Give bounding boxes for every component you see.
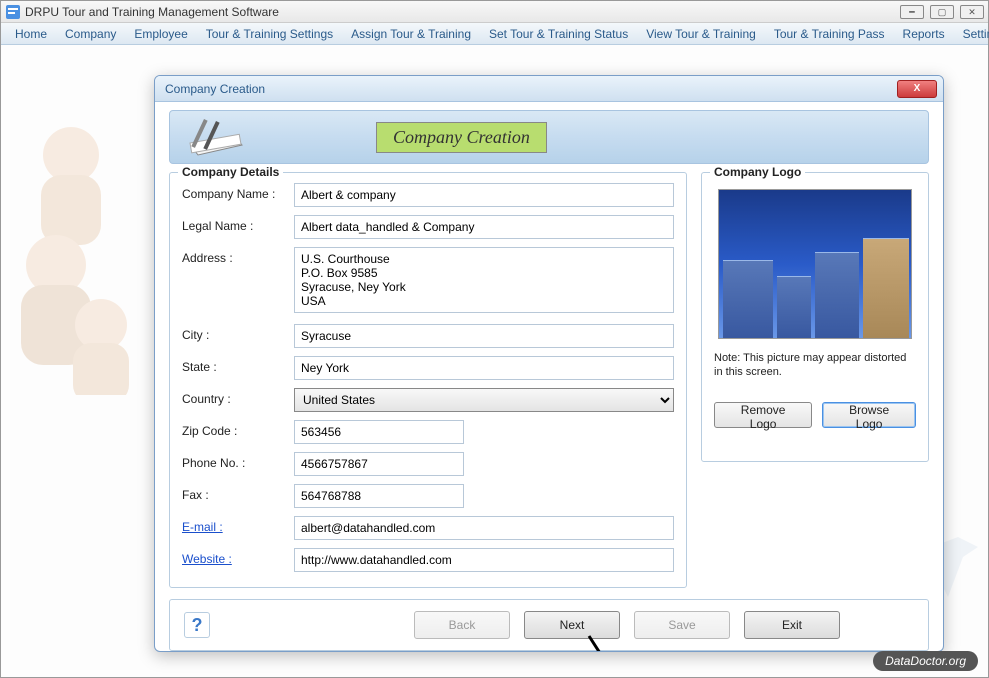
company-details-legend: Company Details <box>178 165 283 179</box>
logo-note: Note: This picture may appear distorted … <box>714 351 916 380</box>
email-input[interactable] <box>294 516 674 540</box>
notebook-pen-icon <box>186 115 256 159</box>
city-input[interactable] <box>294 324 674 348</box>
dialog-close-button[interactable]: X <box>897 80 937 98</box>
dialog-title-text: Company Creation <box>165 82 897 96</box>
country-select[interactable]: United States <box>294 388 674 412</box>
dialog-banner: Company Creation <box>169 110 929 164</box>
dialog-footer: ? Back Next Save Exit <box>169 599 929 651</box>
label-website-link[interactable]: Website : <box>182 548 294 566</box>
label-zip: Zip Code : <box>182 420 294 438</box>
legal-name-input[interactable] <box>294 215 674 239</box>
label-company-name: Company Name : <box>182 183 294 201</box>
app-icon <box>5 4 21 20</box>
close-app-button[interactable]: ✕ <box>960 5 984 19</box>
menu-home[interactable]: Home <box>7 25 55 43</box>
label-address: Address : <box>182 247 294 265</box>
company-name-input[interactable] <box>294 183 674 207</box>
label-fax: Fax : <box>182 484 294 502</box>
address-textarea[interactable] <box>294 247 674 313</box>
menu-assign-tour[interactable]: Assign Tour & Training <box>343 25 479 43</box>
back-button: Back <box>414 611 510 639</box>
label-state: State : <box>182 356 294 374</box>
phone-input[interactable] <box>294 452 464 476</box>
company-logo-legend: Company Logo <box>710 165 805 179</box>
menu-view-tour[interactable]: View Tour & Training <box>638 25 764 43</box>
menu-set-status[interactable]: Set Tour & Training Status <box>481 25 636 43</box>
zip-input[interactable] <box>294 420 464 444</box>
exit-button[interactable]: Exit <box>744 611 840 639</box>
company-logo-image <box>718 189 912 339</box>
fax-input[interactable] <box>294 484 464 508</box>
menu-tour-settings[interactable]: Tour & Training Settings <box>198 25 341 43</box>
menu-tour-pass[interactable]: Tour & Training Pass <box>766 25 893 43</box>
help-icon[interactable]: ? <box>184 612 210 638</box>
label-legal-name: Legal Name : <box>182 215 294 233</box>
remove-logo-button[interactable]: Remove Logo <box>714 402 812 428</box>
state-input[interactable] <box>294 356 674 380</box>
menu-settings[interactable]: Settings <box>955 25 989 43</box>
menu-reports[interactable]: Reports <box>895 25 953 43</box>
maximize-button[interactable]: ▢ <box>930 5 954 19</box>
app-title: DRPU Tour and Training Management Softwa… <box>25 5 900 19</box>
save-button: Save <box>634 611 730 639</box>
company-creation-dialog: Company Creation X Company Creation Comp… <box>154 75 944 652</box>
menu-company[interactable]: Company <box>57 25 124 43</box>
company-details-fieldset: Company Details Company Name : Legal Nam… <box>169 172 687 588</box>
watermark: DataDoctor.org <box>873 651 978 671</box>
label-country: Country : <box>182 388 294 406</box>
menu-employee[interactable]: Employee <box>126 25 195 43</box>
website-input[interactable] <box>294 548 674 572</box>
dialog-title-bar: Company Creation X <box>155 76 943 102</box>
label-city: City : <box>182 324 294 342</box>
window-controls: ━ ▢ ✕ <box>900 5 984 19</box>
label-email-link[interactable]: E-mail : <box>182 516 294 534</box>
company-logo-fieldset: Company Logo Note: This picture may appe… <box>701 172 929 462</box>
title-bar: DRPU Tour and Training Management Softwa… <box>1 1 988 23</box>
label-phone: Phone No. : <box>182 452 294 470</box>
dialog-body: Company Creation Company Details Company… <box>155 102 943 651</box>
browse-logo-button[interactable]: Browse Logo <box>822 402 916 428</box>
next-button[interactable]: Next <box>524 611 620 639</box>
content-area: Company Creation X Company Creation Comp… <box>1 45 988 677</box>
minimize-button[interactable]: ━ <box>900 5 924 19</box>
menu-bar: Home Company Employee Tour & Training Se… <box>1 23 988 45</box>
banner-title: Company Creation <box>376 122 547 153</box>
app-window: DRPU Tour and Training Management Softwa… <box>0 0 989 678</box>
main-row: Company Details Company Name : Legal Nam… <box>169 172 929 591</box>
